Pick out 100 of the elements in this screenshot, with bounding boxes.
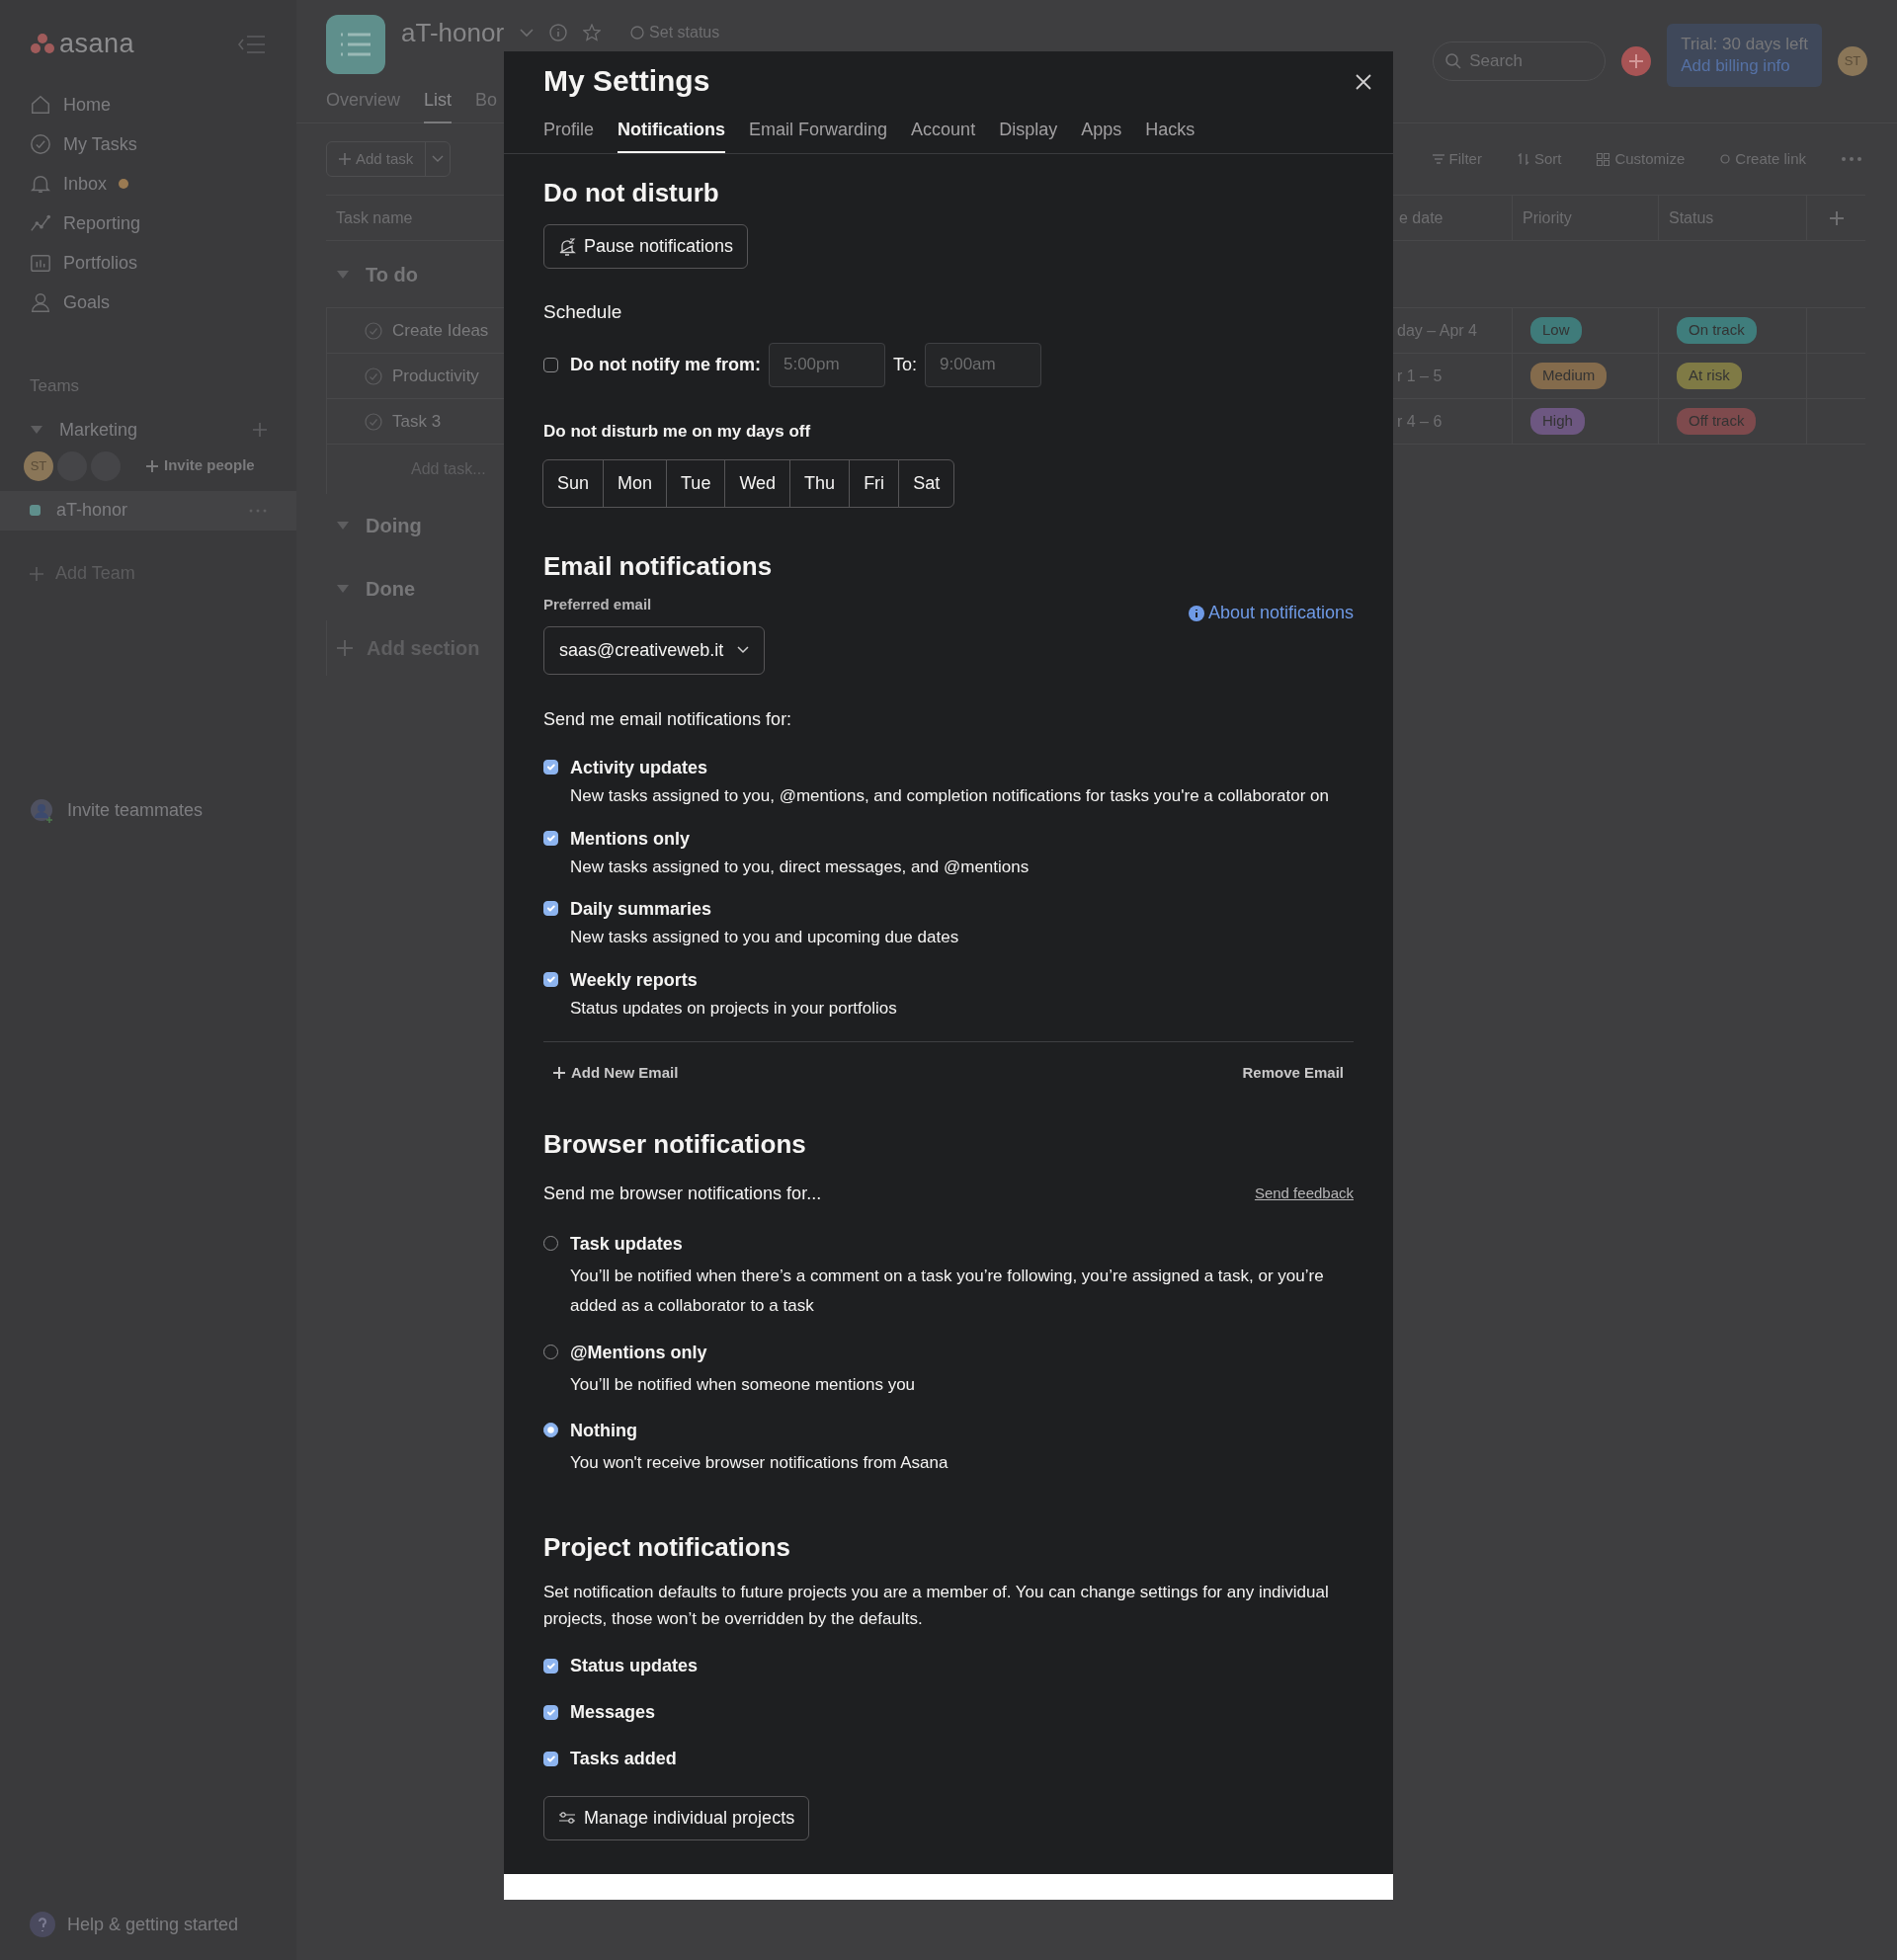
section-title[interactable]: Doing xyxy=(366,511,422,540)
check-circle-icon xyxy=(365,412,382,431)
star-icon xyxy=(583,24,602,41)
tab[interactable]: Apps xyxy=(1081,107,1122,153)
project-item[interactable]: aT-honor xyxy=(0,490,296,531)
checkbox-label: Status updates xyxy=(570,1654,699,1677)
remove-email-button[interactable]: Remove Email xyxy=(1242,1061,1344,1085)
day-toggle[interactable]: Sat xyxy=(898,459,955,509)
nav-item[interactable]: Reporting xyxy=(0,204,296,243)
sort-icon xyxy=(1517,153,1529,165)
billing-link[interactable]: Add billing info xyxy=(1681,55,1808,78)
nav-item[interactable]: My Tasks xyxy=(0,124,296,164)
checkbox[interactable] xyxy=(543,1751,558,1766)
chevron-down-icon xyxy=(737,646,750,655)
checkbox[interactable] xyxy=(543,830,558,846)
priority-tag: Medium xyxy=(1530,363,1608,389)
priority-tag: High xyxy=(1530,408,1585,435)
day-toggle[interactable]: Sun xyxy=(542,459,605,509)
checkbox-label: Messages xyxy=(570,1700,656,1724)
help-button[interactable]: Help & getting started xyxy=(0,1905,296,1944)
option-title: Activity updates xyxy=(570,756,709,779)
ellipsis-icon xyxy=(249,508,267,513)
tab[interactable]: Hacks xyxy=(1145,107,1196,153)
task-name[interactable]: Task 3 xyxy=(392,408,442,435)
checkbox[interactable] xyxy=(543,1658,558,1674)
tab[interactable]: List xyxy=(424,87,453,123)
plus-circle-icon xyxy=(1621,46,1652,76)
priority-tag: Low xyxy=(1530,317,1582,344)
ellipsis-icon xyxy=(1842,157,1861,161)
about-notifications-link[interactable]: About notifications xyxy=(1188,600,1354,627)
manage-projects-button[interactable]: Manage individual projects xyxy=(543,1795,810,1840)
status-tag: At risk xyxy=(1677,363,1742,389)
close-icon xyxy=(1356,73,1371,90)
plus-icon xyxy=(553,1067,565,1080)
plus-icon xyxy=(146,459,158,472)
tab[interactable]: Notifications xyxy=(618,107,726,153)
section-title[interactable]: Done xyxy=(366,574,415,604)
nav-item[interactable]: Goals xyxy=(0,283,296,322)
checkbox[interactable] xyxy=(543,759,558,775)
team-name[interactable]: Marketing xyxy=(59,416,138,444)
task-name[interactable]: Productivity xyxy=(392,363,479,389)
filter-icon xyxy=(1432,154,1444,164)
grid-icon xyxy=(1597,152,1610,166)
nav-item[interactable]: Portfolios xyxy=(0,243,296,283)
option-title: Weekly reports xyxy=(570,969,699,993)
day-toggle[interactable]: Mon xyxy=(603,459,668,509)
subheading: Schedule xyxy=(543,300,623,325)
radio-button[interactable] xyxy=(543,1423,558,1438)
description-text: Set notification defaults to future projects you are a member of. You can change settings for any individual projects, those won’t be overridden by the defaults. xyxy=(543,1582,1330,1631)
checkbox[interactable] xyxy=(543,901,558,917)
option-description: New tasks assigned to you and upcoming due dates xyxy=(570,927,959,949)
pause-notifications-button[interactable]: Pause notifications xyxy=(543,224,749,270)
bar-chart-folder-icon xyxy=(30,252,51,274)
nav-item[interactable]: Home xyxy=(0,85,296,124)
day-toggle[interactable]: Thu xyxy=(789,459,851,509)
tab[interactable]: Account xyxy=(911,107,976,153)
checkbox-label: Tasks added xyxy=(570,1747,677,1770)
option-title: Nothing xyxy=(570,1420,638,1443)
plus-icon xyxy=(253,423,267,437)
checkbox[interactable] xyxy=(543,1704,558,1720)
person-icon xyxy=(30,291,51,313)
plus-icon xyxy=(1829,210,1844,225)
send-feedback-link[interactable]: Send feedback xyxy=(1254,1182,1354,1205)
status-tag: Off track xyxy=(1677,408,1757,435)
option-description: New tasks assigned to you, @mentions, and completion notifications for tasks you're a collaborator on xyxy=(570,784,1329,807)
tab[interactable]: Profile xyxy=(543,107,595,153)
invite-teammates-button[interactable]: Invite teammates xyxy=(0,790,296,831)
nav-item[interactable]: Inbox xyxy=(0,164,296,204)
person-plus-icon xyxy=(30,797,55,824)
option-description: New tasks assigned to you, direct messages, and @mentions xyxy=(570,856,1030,878)
circle-icon xyxy=(630,26,645,40)
chevron-down-icon xyxy=(520,28,535,38)
day-toggle[interactable]: Fri xyxy=(849,459,900,509)
house-icon xyxy=(30,94,51,116)
plus-icon xyxy=(337,640,353,656)
logo-text: asana xyxy=(59,27,135,60)
info-icon xyxy=(549,24,568,41)
trial-text: Trial: 30 days left xyxy=(1681,34,1808,55)
bell-z-icon xyxy=(558,237,576,256)
radio-button[interactable] xyxy=(543,1235,558,1251)
invite-people-button[interactable]: Invite people xyxy=(140,453,261,478)
section-heading: Project notifications xyxy=(543,1531,791,1564)
tab[interactable]: Email Forwarding xyxy=(749,107,888,153)
task-name[interactable]: Create Ideas xyxy=(392,317,489,344)
section-title[interactable]: To do xyxy=(366,259,418,289)
option-title: Mentions only xyxy=(570,827,691,851)
check-circle-icon xyxy=(365,321,382,340)
tab[interactable]: Display xyxy=(999,107,1058,153)
option-title: Task updates xyxy=(570,1232,684,1256)
day-toggle[interactable]: Wed xyxy=(724,459,791,509)
radio-button[interactable] xyxy=(543,1344,558,1359)
trend-line-icon xyxy=(30,212,51,234)
checkbox[interactable] xyxy=(543,972,558,988)
day-toggle[interactable]: Tue xyxy=(666,459,726,509)
add-email-button[interactable]: Add New Email xyxy=(553,1061,679,1085)
question-circle-icon xyxy=(30,1912,55,1937)
email-dropdown[interactable]: saas@creativeweb.it xyxy=(543,625,766,675)
project-title: aT-honor xyxy=(401,16,505,49)
option-description: Status updates on projects in your portfolios xyxy=(570,998,897,1021)
add-button[interactable] xyxy=(1621,46,1652,76)
